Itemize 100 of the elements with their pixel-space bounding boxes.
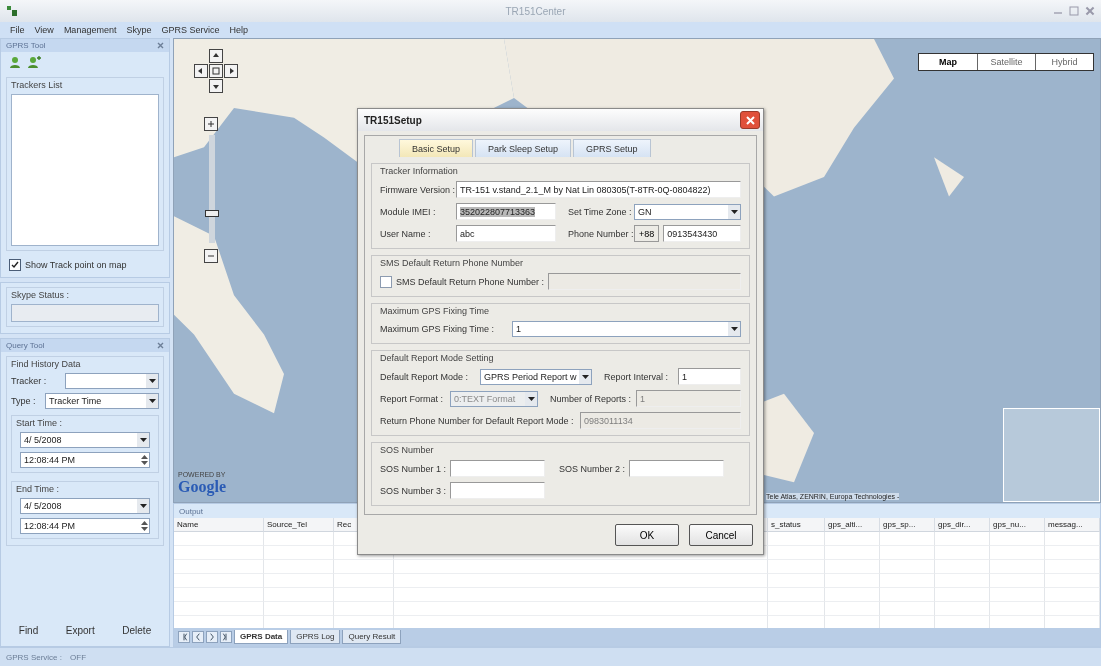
time-field[interactable]: 12:08:44 PM [20,518,150,534]
column-header[interactable]: Name [174,518,264,532]
column-header[interactable]: s_status [768,518,825,532]
column-header[interactable]: gps_alti... [825,518,880,532]
map-type-button[interactable]: Map [919,54,977,70]
field-label: Return Phone Number for Default Report Mode : [380,415,575,426]
table-cell [825,546,880,560]
last-tab-button[interactable] [220,631,232,643]
fixing-time-combo[interactable]: 1 [512,321,741,337]
previous-tab-button[interactable] [192,631,204,643]
table-cell [768,588,825,602]
report-mode-combo[interactable]: GPRS Period Report w [480,368,592,385]
zoom-slider-thumb[interactable] [205,209,219,217]
caret-icon [730,209,738,214]
table-cell [935,532,990,546]
query-button[interactable]: Export [61,623,99,638]
sos-number-field[interactable] [450,482,545,499]
last-arrow-icon [222,633,230,641]
zoom-slider[interactable] [204,135,218,243]
pan-right-button[interactable] [224,64,238,78]
menu-item[interactable]: Help [229,25,248,35]
maximize-icon[interactable] [1069,6,1079,16]
table-cell [880,588,935,602]
menu-item[interactable]: Skype [126,25,152,35]
sos-number-field[interactable] [629,460,724,477]
group-title: SMS Default Return Phone Number [380,258,525,268]
sheet-tab[interactable]: GPRS Data [234,630,289,644]
user-name-field[interactable]: abc [456,225,556,242]
time-field[interactable]: 12:08:44 PM [20,452,150,468]
zoom-out-button[interactable] [204,249,218,263]
map-type-button[interactable]: Hybrid [1035,54,1093,70]
panel-title: Query Tool [6,341,45,350]
close-icon[interactable] [157,42,164,49]
dialog-title: TR151Setup [364,114,422,126]
country-code-button[interactable]: +88 [634,225,660,242]
menu-item[interactable]: GPRS Service [161,25,220,35]
table-cell [334,602,394,616]
pan-down-button[interactable] [209,79,223,93]
table-cell [935,574,990,588]
column-header[interactable]: messag... [1045,518,1100,532]
zoom-in-button[interactable] [204,117,218,131]
column-header[interactable]: gps_dir... [935,518,990,532]
column-header[interactable]: gps_sp... [880,518,935,532]
interval-field[interactable]: 1 [678,368,741,385]
query-button[interactable]: Find [14,623,43,638]
menu-item[interactable]: Management [63,25,117,35]
close-icon [745,115,755,125]
show-track-checkbox[interactable]: Show Track point on map [1,255,169,277]
app-icon [6,5,18,17]
menu-item[interactable]: File [10,25,25,35]
sheet-tab[interactable]: GPRS Log [290,630,341,644]
status-label: GPRS Service : [6,652,62,662]
time-zone-combo[interactable]: GN [634,203,741,220]
menu-item[interactable]: View [34,25,54,35]
group-title: Tracker Information [380,166,459,176]
date-picker[interactable]: 4/ 5/2008 [20,498,150,514]
next-tab-button[interactable] [206,631,218,643]
sos-number-field[interactable] [450,460,545,477]
spinner-arrows-icon[interactable] [140,454,149,466]
spinner-arrows-icon[interactable] [140,520,149,532]
table-cell [990,588,1045,602]
phone-field[interactable]: 0913543430 [663,225,741,242]
dialog-tab[interactable]: Park Sleep Setup [475,139,572,157]
close-icon[interactable] [157,342,164,349]
dialog-button[interactable]: OK [615,524,679,546]
group-title: End Time : [16,484,61,494]
window-title: TR151Center [504,5,567,17]
column-header[interactable]: gps_nu... [990,518,1045,532]
tracker-combo[interactable] [65,373,159,389]
column-header[interactable]: Source_Tel [264,518,334,532]
person-icon[interactable] [9,56,23,69]
close-icon[interactable] [1085,6,1095,16]
table-cell [935,560,990,574]
table-cell [1045,546,1100,560]
type-combo[interactable]: Tracker Time [45,393,159,409]
trackers-list[interactable] [11,94,159,246]
overview-map[interactable] [1003,408,1100,502]
field-label: Tracker : [11,376,48,386]
query-button[interactable]: Delete [118,623,156,638]
pan-left-button[interactable] [194,64,208,78]
center-map-button[interactable] [209,64,223,78]
dialog-tab[interactable]: GPRS Setup [573,139,651,157]
dialog-button[interactable]: Cancel [689,524,753,546]
firmware-field[interactable]: TR-151 v.stand_2.1_M by Nat Lin 080305(T-8TR-0Q-0804822) [456,181,741,198]
table-cell [768,546,825,560]
arrow-up-icon [212,52,220,60]
date-picker[interactable]: 4/ 5/2008 [20,432,150,448]
field-label: Report Interval : [604,371,670,382]
table-cell [990,560,1045,574]
sheet-tab[interactable]: Query Result [342,630,402,644]
table-cell [334,560,394,574]
pan-up-button[interactable] [209,49,223,63]
table-cell [264,602,334,616]
close-button[interactable] [740,111,760,129]
person-add-icon[interactable] [27,56,41,69]
table-cell [990,602,1045,616]
map-type-button[interactable]: Satellite [977,54,1035,70]
dialog-tab[interactable]: Basic Setup [399,139,474,157]
table-cell [825,602,880,616]
first-tab-button[interactable] [178,631,190,643]
